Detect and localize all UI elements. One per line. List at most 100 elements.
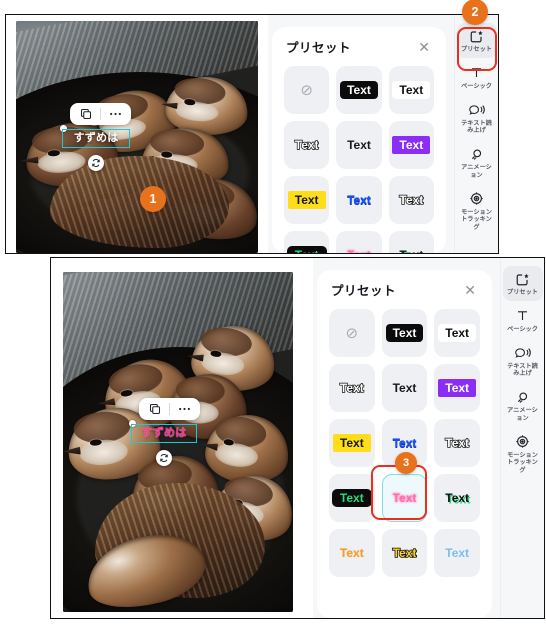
canvas-area-bottom[interactable]: すずめは xyxy=(51,258,313,618)
canvas-text-bottom: すずめは xyxy=(141,427,187,439)
rail-item-motion-tracking[interactable]: モーショントラッキング xyxy=(503,429,543,479)
rail-item-label: ベーシック xyxy=(461,82,492,90)
screenshot-stage: すずめは プリセット ✕ ⊘ Text Text Text Text Text … xyxy=(0,0,546,624)
preset-cell-green-shadow[interactable]: Text xyxy=(434,474,480,522)
close-icon[interactable]: ✕ xyxy=(460,281,480,299)
rail-item-text-to-speech[interactable]: テキスト読み上げ xyxy=(503,340,543,383)
preset-cell-white-stroke[interactable]: Text xyxy=(388,176,434,224)
preset-grid-top[interactable]: ⊘ Text Text Text Text Text Text Text Text Text Tex… xyxy=(272,62,446,253)
preset-label: Text xyxy=(286,246,327,253)
rail-item-label: テキスト読み上げ xyxy=(461,119,492,135)
preset-cell-outline[interactable]: Text xyxy=(329,364,375,412)
rail-item-basic[interactable]: ベーシック xyxy=(457,60,497,95)
preset-label: Text xyxy=(340,81,378,99)
rail-item-text-to-speech[interactable]: テキスト読み上げ xyxy=(457,97,497,140)
motion-target-icon xyxy=(469,191,484,207)
object-toolbar-top[interactable] xyxy=(70,103,131,125)
preset-cell-white-box[interactable]: Text xyxy=(388,66,434,114)
rail-item-label: テキスト読み上げ xyxy=(507,362,538,378)
preset-label: Text xyxy=(399,193,424,207)
preset-label: Text xyxy=(438,324,477,342)
preset-cell-black-box[interactable]: Text xyxy=(381,309,428,357)
preset-cell-green-pill[interactable]: Text xyxy=(329,474,375,522)
preset-cell-pink-glow[interactable]: Text xyxy=(381,474,428,522)
preset-cell-orange[interactable]: Text xyxy=(329,529,375,577)
preset-label: Text xyxy=(346,248,371,253)
preset-label: Text xyxy=(445,436,470,450)
preset-label: Text xyxy=(445,491,470,505)
preset-cell-black-box[interactable]: Text xyxy=(336,66,382,114)
preset-cell-white-box[interactable]: Text xyxy=(434,309,480,357)
preset-cell-yellow-box[interactable]: Text xyxy=(329,419,375,467)
canvas-text-top: すずめは xyxy=(73,132,119,144)
preset-cell-blue-outline[interactable]: Text xyxy=(336,176,382,224)
rail-item-basic[interactable]: ベーシック xyxy=(503,303,543,338)
preset-label: Text xyxy=(392,136,431,154)
more-options-icon[interactable] xyxy=(174,400,194,418)
preset-cell-purple-box[interactable]: Text xyxy=(388,121,434,169)
close-icon[interactable]: ✕ xyxy=(414,38,434,56)
preset-label: Text xyxy=(332,434,371,452)
toolbar-separator xyxy=(100,108,101,120)
text-t-icon xyxy=(469,65,484,81)
window-top: すずめは プリセット ✕ ⊘ Text Text Text Text Text … xyxy=(5,14,499,254)
preset-cell-light-blue[interactable]: Text xyxy=(434,529,480,577)
motion-target-icon xyxy=(515,434,530,450)
preset-cell-green-shadow[interactable]: Text xyxy=(388,231,434,253)
preset-label: Text xyxy=(331,489,372,507)
rail-item-label: アニメーション xyxy=(507,407,538,422)
annotation-badge-3: 3 xyxy=(395,452,417,474)
duplicate-icon[interactable] xyxy=(145,400,165,418)
rotate-handle[interactable] xyxy=(88,155,104,171)
rail-item-preset[interactable]: プリセット xyxy=(502,266,543,301)
preset-cell-outline[interactable]: Text xyxy=(284,121,330,169)
preset-cell-green-pill[interactable]: Text xyxy=(284,231,330,253)
object-toolbar-bottom[interactable] xyxy=(139,398,200,420)
preset-label: Text xyxy=(445,546,470,560)
preset-cell-none[interactable]: ⊘ xyxy=(329,309,375,357)
text-t-icon xyxy=(515,308,530,324)
rail-item-label: モーショントラッキング xyxy=(461,208,492,232)
preset-label: ⊘ xyxy=(300,81,313,99)
text-selection-box-bottom[interactable]: すずめは xyxy=(131,424,197,443)
duplicate-icon[interactable] xyxy=(76,105,96,123)
rotate-handle[interactable] xyxy=(156,450,172,466)
preset-square-star-icon xyxy=(469,28,484,44)
tool-rail-top[interactable]: プリセットベーシックテキスト読み上げ アニメーションモーショントラッキング xyxy=(454,15,498,253)
panel-header-bottom: プリセット ✕ xyxy=(317,270,492,305)
canvas-area-top[interactable]: すずめは xyxy=(6,15,268,253)
rail-item-animation[interactable]: アニメーション xyxy=(457,141,497,184)
preset-cell-pink-glow[interactable]: Text xyxy=(336,231,382,253)
preset-label: Text xyxy=(339,546,364,560)
speech-bubble-icon xyxy=(468,102,485,118)
preset-label: Text xyxy=(287,191,326,209)
sparrow-photo-top[interactable]: すずめは xyxy=(16,21,258,253)
sparrow-photo-bottom[interactable]: すずめは xyxy=(63,272,293,612)
rail-item-animation[interactable]: アニメーション xyxy=(503,384,543,427)
preset-cell-none[interactable]: ⊘ xyxy=(284,66,330,114)
more-options-icon[interactable] xyxy=(105,105,125,123)
preset-cell-plain[interactable]: Text xyxy=(381,364,428,412)
preset-cell-white-stroke[interactable]: Text xyxy=(434,419,480,467)
rail-item-label: アニメーション xyxy=(461,164,492,179)
animation-rings-icon xyxy=(515,389,530,405)
tool-rail-bottom[interactable]: プリセット ベーシックテキスト読み上げ アニメーションモーショントラッキング xyxy=(500,258,544,618)
panel-title-bottom: プリセット xyxy=(331,284,397,298)
preset-label: Text xyxy=(392,491,417,505)
preset-label: Text xyxy=(385,324,424,342)
preset-label: Text xyxy=(399,249,423,253)
preset-cell-yellow-stroke[interactable]: Text xyxy=(381,529,428,577)
rail-item-preset[interactable]: プリセット xyxy=(456,23,497,58)
preset-cell-yellow-box[interactable]: Text xyxy=(284,176,330,224)
window-bottom: すずめは プリセット ✕ ⊘ Text Text Text Text Text … xyxy=(50,257,545,619)
text-selection-box-top[interactable]: すずめは xyxy=(62,129,130,148)
preset-cell-purple-box[interactable]: Text xyxy=(434,364,480,412)
preset-label: Text xyxy=(339,381,364,395)
preset-label: Text xyxy=(392,546,417,560)
preset-label: Text xyxy=(294,138,319,152)
preset-grid-bottom[interactable]: ⊘ Text Text Text Text Text Text Text Text Text Tex… xyxy=(317,305,492,587)
rail-item-motion-tracking[interactable]: モーショントラッキング xyxy=(457,186,497,236)
preset-cell-plain[interactable]: Text xyxy=(336,121,382,169)
speech-bubble-icon xyxy=(514,345,531,361)
rail-item-label: プリセット xyxy=(461,46,492,53)
